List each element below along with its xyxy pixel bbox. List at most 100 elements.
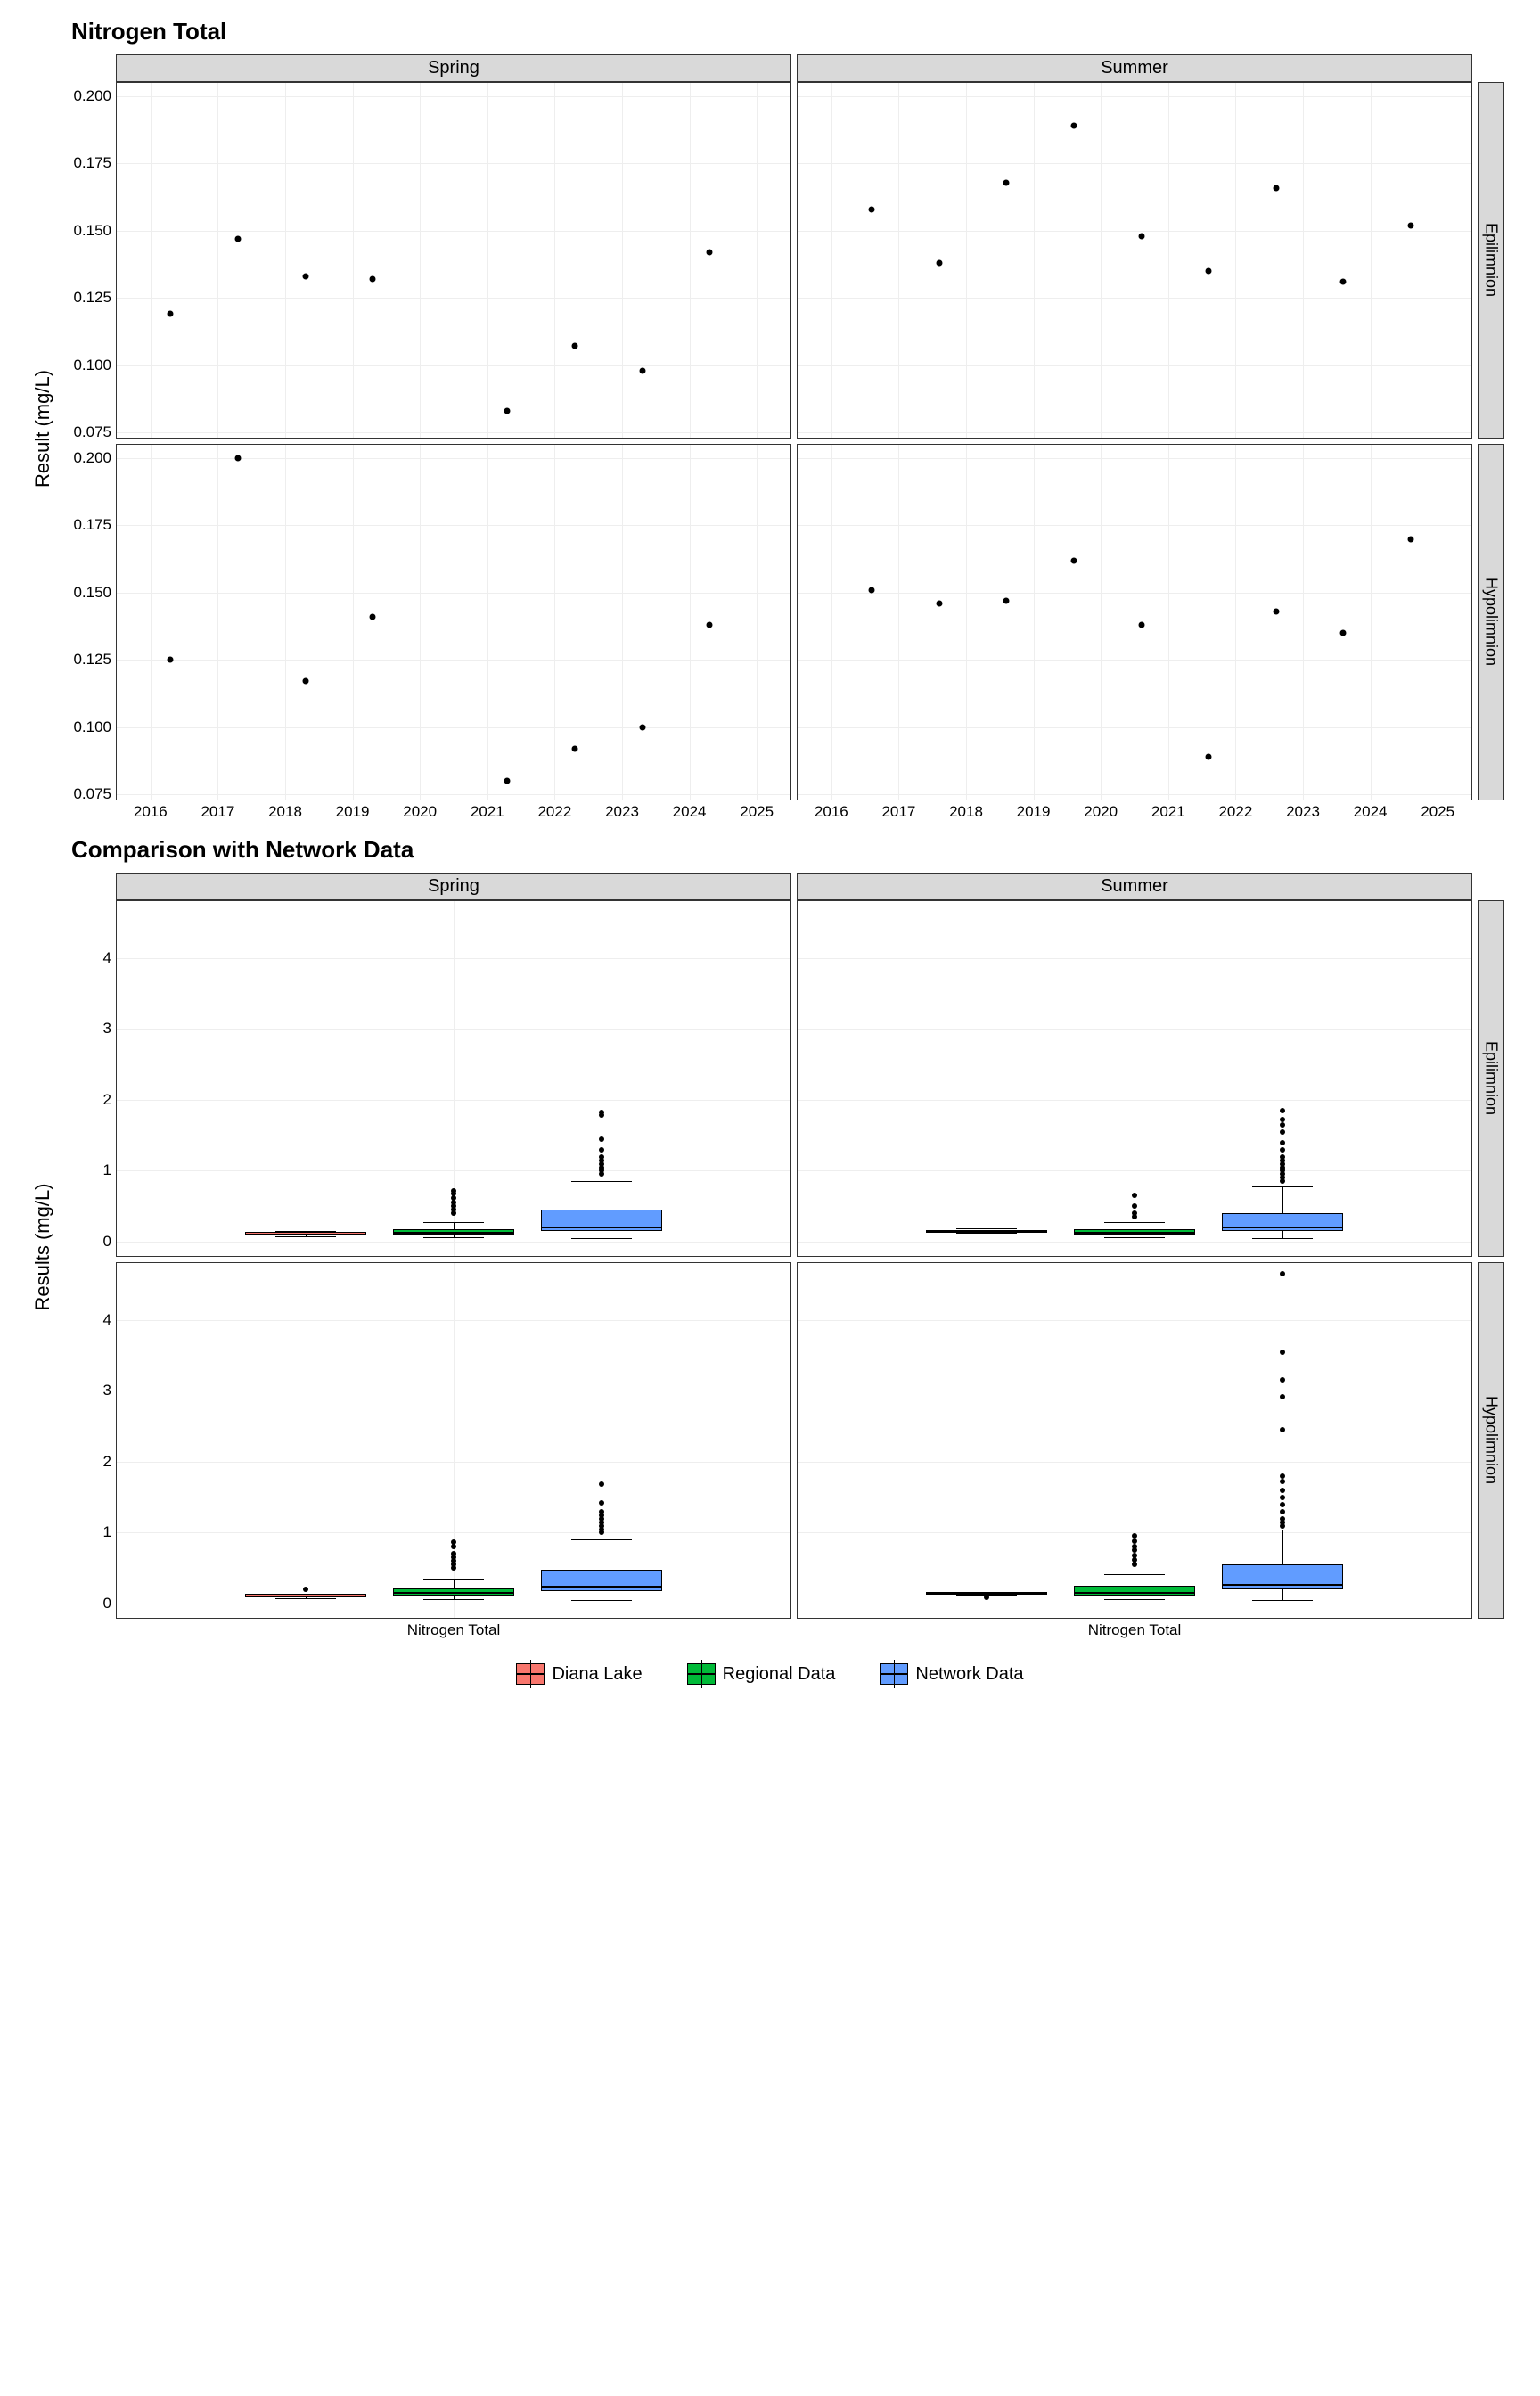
outlier-point [599,1500,604,1506]
outlier-point [1280,1488,1285,1493]
x-tick-label: 2020 [1084,800,1118,821]
outlier-point [303,1587,308,1592]
row-strip-hypo: Hypolimnion [1478,444,1504,800]
outlier-point [1280,1129,1285,1135]
legend-item-diana: Diana Lake [516,1663,642,1685]
legend-key-regional [687,1663,716,1685]
outlier-point [1280,1502,1285,1507]
outlier-point [1132,1553,1137,1558]
outlier-point [599,1147,604,1153]
x-tick-label: 2019 [1017,800,1051,821]
outlier-point [1132,1562,1137,1567]
data-point [1407,222,1413,228]
y-tick-label: 0.100 [73,718,117,736]
y-tick-label: 0.075 [73,423,117,441]
x-category-label: Nitrogen Total [407,1618,501,1639]
legend-label-network: Network Data [915,1664,1023,1685]
y-tick-label: 2 [103,1091,117,1109]
data-point [936,600,942,606]
outlier-point [1132,1539,1137,1544]
outlier-point [451,1188,456,1194]
outlier-point [1280,1427,1285,1432]
data-point [1206,753,1212,759]
data-point [1138,233,1144,239]
panel-spring-hypolimnion: 0.0750.1000.1250.1500.1750.2002016201720… [116,444,791,800]
x-tick-label: 2020 [403,800,437,821]
data-point [302,274,308,280]
row-strip-epi-2: Epilimnion [1478,900,1504,1257]
scatter-ylabel: Result (mg/L) [31,370,54,488]
outlier-point [1132,1203,1137,1209]
data-point [869,206,875,212]
outlier-point [451,1544,456,1549]
boxplot-title: Comparison with Network Data [71,836,1513,864]
x-tick-label: 2018 [949,800,983,821]
x-tick-label: 2021 [471,800,504,821]
x-tick-label: 2023 [1286,800,1320,821]
outlier-point [1280,1154,1285,1160]
data-point [504,407,511,414]
outlier-point [1132,1193,1137,1198]
y-tick-label: 1 [103,1523,117,1541]
y-tick-label: 0.200 [73,449,117,467]
outlier-point [1280,1394,1285,1399]
data-point [1340,630,1347,636]
col-strip-spring-2: Spring [116,873,791,900]
outlier-point [451,1200,456,1205]
x-tick-label: 2025 [740,800,774,821]
panel-summer-epilimnion [797,82,1472,439]
data-point [639,724,645,730]
data-point [936,260,942,267]
x-tick-label: 2017 [881,800,915,821]
data-point [235,455,242,462]
y-tick-label: 4 [103,1311,117,1329]
outlier-point [451,1539,456,1545]
legend-key-diana [516,1663,545,1685]
y-tick-label: 0.125 [73,651,117,669]
outlier-point [1280,1117,1285,1122]
col-strip-summer: Summer [797,54,1472,82]
y-tick-label: 0 [103,1595,117,1612]
data-point [168,311,174,317]
outlier-point [599,1154,604,1160]
outlier-point [1280,1473,1285,1479]
data-point [1003,597,1010,603]
x-tick-label: 2024 [1354,800,1388,821]
data-point [572,343,578,349]
x-tick-label: 2023 [605,800,639,821]
data-point [235,235,242,242]
outlier-point [599,1509,604,1514]
outlier-point [1280,1122,1285,1128]
y-tick-label: 0.075 [73,785,117,803]
row-strip-hypo-2: Hypolimnion [1478,1262,1504,1619]
boxplot-box [1222,1564,1343,1589]
outlier-point [1280,1108,1285,1113]
legend-key-network [880,1663,908,1685]
data-point [1070,557,1077,563]
outlier-point [1280,1495,1285,1500]
scatter-title: Nitrogen Total [71,18,1513,45]
data-point [168,657,174,663]
legend-label-diana: Diana Lake [552,1664,642,1685]
data-point [1340,279,1347,285]
y-tick-label: 0 [103,1233,117,1251]
x-tick-label: 2022 [1218,800,1252,821]
data-point [707,622,713,628]
data-point [504,777,511,784]
outlier-point [599,1481,604,1487]
y-tick-label: 3 [103,1382,117,1399]
y-tick-label: 0.175 [73,516,117,534]
outlier-point [1280,1377,1285,1383]
data-point [572,745,578,751]
x-tick-label: 2017 [201,800,234,821]
outlier-point [1280,1479,1285,1484]
y-tick-label: 0.175 [73,154,117,172]
boxpanel-spring-hypo: 01234Nitrogen Total [116,1262,791,1619]
outlier-point [1280,1509,1285,1514]
boxplot-chart: Comparison with Network Data Results (mg… [27,836,1513,1619]
x-tick-label: 2018 [268,800,302,821]
data-point [1003,179,1010,185]
outlier-point [1280,1271,1285,1276]
x-tick-label: 2025 [1421,800,1454,821]
boxplot-ylabel: Results (mg/L) [31,1183,54,1310]
